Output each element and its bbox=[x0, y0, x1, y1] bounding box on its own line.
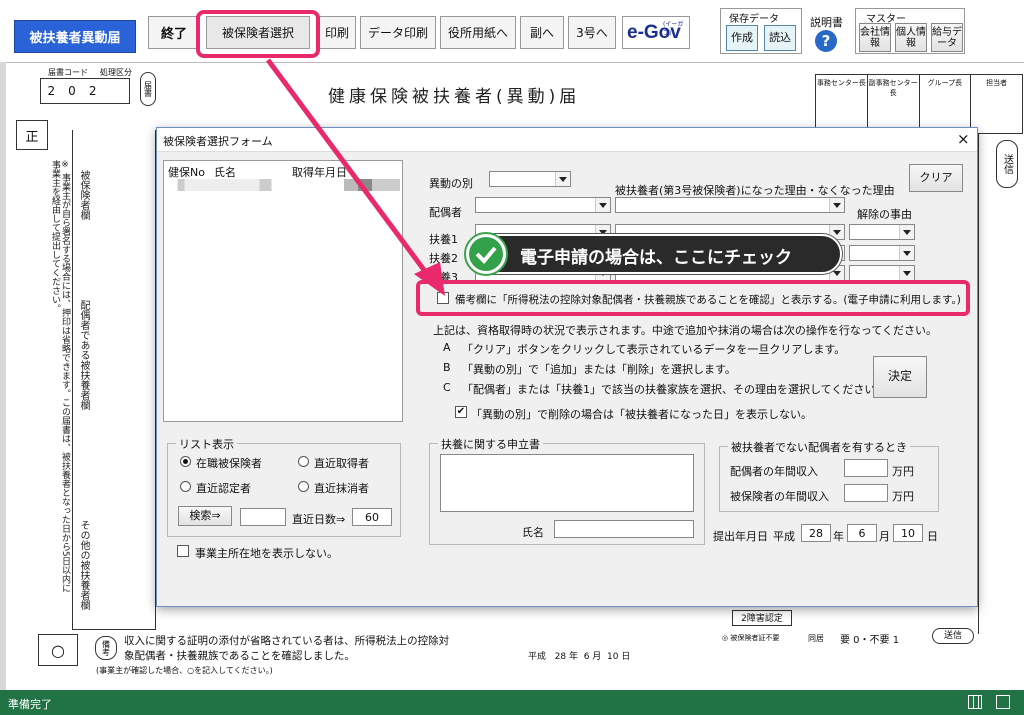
status-bar: 準備完了 bbox=[0, 690, 1024, 715]
check-circle-icon bbox=[464, 232, 508, 276]
normal-view-icon[interactable] bbox=[968, 695, 982, 709]
callout-text: 電子申請の場合は、ここにチェック bbox=[520, 248, 792, 268]
page-layout-icon[interactable] bbox=[996, 695, 1010, 709]
annotation-arrow bbox=[265, 58, 445, 296]
status-ready: 準備完了 bbox=[8, 698, 52, 711]
